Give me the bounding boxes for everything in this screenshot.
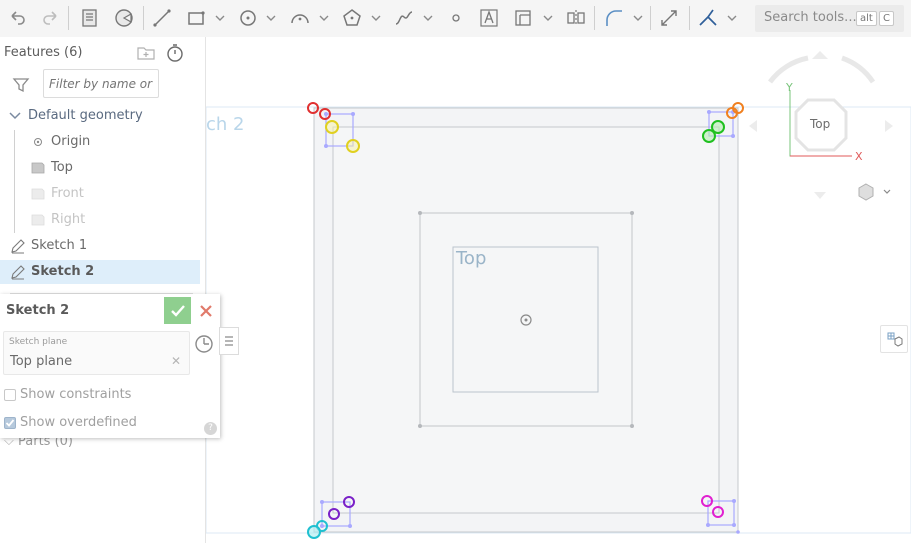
toolbar-divider (650, 6, 651, 30)
display-mode-icon (887, 332, 903, 347)
plane-icon (31, 188, 45, 200)
tree-item-label: Sketch 2 (31, 264, 95, 279)
toolbar: Search tools... alt C (0, 0, 911, 37)
use-icon[interactable] (78, 6, 102, 30)
tree-item-label: Origin (51, 134, 91, 149)
constraint-menu-chevron-icon[interactable] (727, 12, 737, 24)
sketch-plane-value: Top plane (10, 354, 73, 369)
checkmark-icon (170, 304, 185, 317)
checkmark-icon (5, 419, 15, 427)
feature-panel: Features (6) Default geometry Origin Top… (0, 37, 206, 543)
tree-item-sketch-2[interactable]: Sketch 2 (0, 260, 200, 284)
features-title: Features (6) (4, 45, 83, 60)
fillet-icon[interactable] (602, 6, 626, 30)
display-mode-button[interactable] (880, 325, 908, 353)
rectangle-menu-chevron-icon[interactable] (215, 12, 225, 24)
show-constraints-label: Show constraints (20, 387, 132, 402)
close-icon (200, 304, 212, 317)
view-normal-icon[interactable] (194, 334, 214, 354)
tree-item-label: Default geometry (28, 108, 143, 123)
filter-input[interactable] (43, 69, 159, 98)
cyan-marker (307, 525, 321, 539)
chevron-down-icon[interactable] (7, 108, 23, 124)
tree-item-origin[interactable]: Origin (0, 130, 200, 154)
tree-item-right[interactable]: Right (0, 208, 200, 232)
show-constraints-checkbox[interactable]: Show constraints (4, 387, 144, 403)
view-orientation-cube-icon[interactable] (858, 183, 891, 201)
help-icon[interactable]: ? (204, 422, 217, 435)
sketch-pencil-icon (11, 265, 25, 280)
sketch-pencil-icon (11, 239, 25, 254)
offset-icon[interactable] (511, 6, 535, 30)
offset-menu-chevron-icon[interactable] (543, 12, 553, 24)
circle-icon[interactable] (236, 6, 260, 30)
tree-item-label: Front (51, 186, 84, 201)
cancel-button[interactable] (194, 297, 218, 324)
sketch-canvas[interactable] (206, 37, 911, 543)
yellow-marker (325, 120, 339, 134)
toolbar-divider (143, 6, 144, 30)
shortcut-key-alt: alt (856, 11, 877, 26)
polygon-icon[interactable] (340, 6, 364, 30)
accept-button[interactable] (164, 297, 191, 324)
axis-x-label: X (855, 150, 863, 163)
spline-icon[interactable] (392, 6, 416, 30)
line-icon[interactable] (150, 6, 174, 30)
sketch-plane-field[interactable]: Sketch plane Top plane ✕ (3, 331, 190, 375)
axis-y-label: Y (786, 81, 793, 94)
sketch-dialog: Sketch 2 Sketch plane Top plane ✕ Show c… (0, 294, 220, 438)
show-overdefined-box[interactable] (4, 417, 16, 429)
tree-item-front[interactable]: Front (0, 182, 200, 206)
text-icon[interactable] (477, 6, 501, 30)
list-view-button[interactable] (219, 327, 239, 355)
dimension-icon[interactable] (657, 6, 681, 30)
view-cube-face-label[interactable]: Top (810, 117, 830, 131)
toolbar-divider (689, 6, 690, 30)
show-overdefined-label: Show overdefined (20, 415, 137, 430)
green-marker (702, 129, 716, 143)
origin-icon (34, 138, 42, 146)
tree-item-label: Sketch 1 (31, 238, 88, 253)
tree-item-label: Top (51, 160, 73, 175)
undo-icon[interactable] (5, 6, 29, 30)
search-tools-placeholder: Search tools... (764, 10, 857, 25)
circle-menu-chevron-icon[interactable] (266, 12, 276, 24)
show-overdefined-checkbox[interactable]: Show overdefined (4, 415, 144, 431)
shortcut-key-c: C (879, 11, 894, 26)
arc-menu-chevron-icon[interactable] (319, 12, 329, 24)
dialog-title: Sketch 2 (6, 303, 70, 318)
redo-icon[interactable] (39, 6, 63, 30)
polygon-menu-chevron-icon[interactable] (371, 12, 381, 24)
tree-item-top[interactable]: Top (0, 156, 200, 180)
fillet-menu-chevron-icon[interactable] (633, 12, 643, 24)
filter-icon[interactable] (12, 76, 30, 94)
list-icon (225, 336, 233, 346)
toolbar-divider (594, 6, 595, 30)
tree-item-default-geometry[interactable]: Default geometry (0, 104, 200, 128)
top-plane-label: Top (456, 248, 487, 269)
graphics-viewport[interactable] (206, 37, 911, 543)
point-icon[interactable] (444, 6, 468, 30)
plane-icon (31, 162, 45, 174)
background-sketch-label: ch 2 (206, 114, 245, 135)
toolbar-divider (68, 6, 69, 30)
spline-menu-chevron-icon[interactable] (423, 12, 433, 24)
trim-icon[interactable] (112, 6, 136, 30)
rectangle-icon[interactable] (184, 6, 208, 30)
add-folder-icon[interactable] (136, 43, 156, 63)
clear-selection-icon[interactable]: ✕ (171, 354, 181, 368)
plane-icon (31, 214, 45, 226)
show-constraints-box[interactable] (4, 389, 16, 401)
arc-icon[interactable] (288, 6, 312, 30)
search-tools-input[interactable]: Search tools... alt C (755, 5, 904, 32)
tree-item-label: Right (51, 212, 86, 227)
yellow-marker (346, 139, 360, 153)
rollback-timer-icon[interactable] (165, 43, 185, 63)
mirror-icon[interactable] (564, 6, 588, 30)
tree-item-sketch-1[interactable]: Sketch 1 (0, 234, 200, 258)
constraint-icon[interactable] (696, 6, 720, 30)
origin-point (524, 318, 528, 322)
sketch-plane-label: Sketch plane (9, 337, 68, 347)
